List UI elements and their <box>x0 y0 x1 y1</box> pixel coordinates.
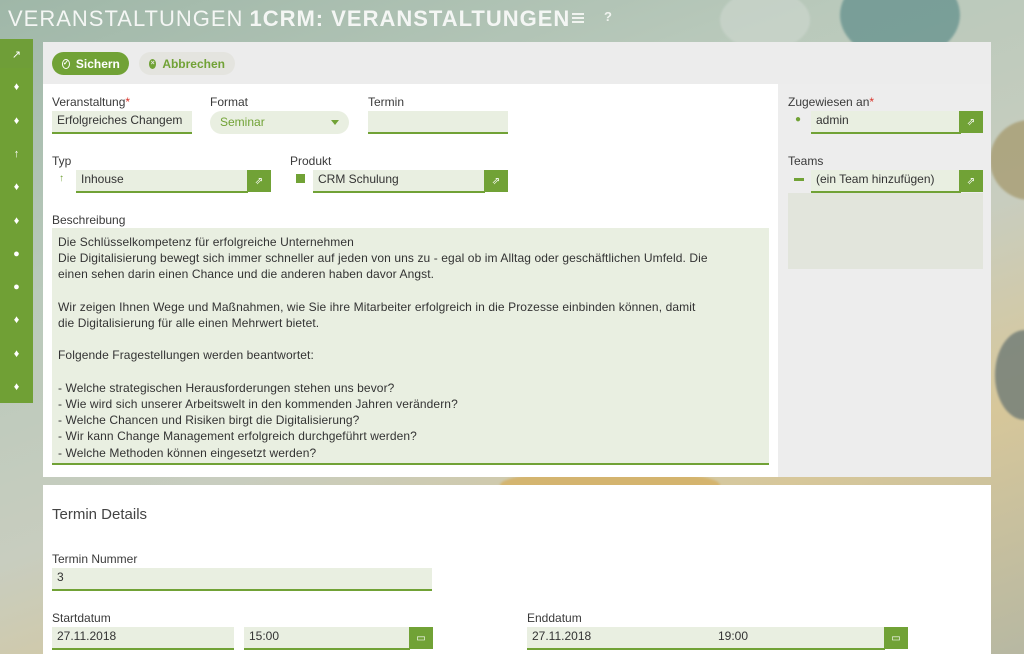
assigned-select-button[interactable]: ⇗ <box>959 111 983 133</box>
description-line: - Wie wird sich unserer Arbeitswelt in d… <box>58 396 458 411</box>
teams-label: Teams <box>788 154 824 168</box>
termin-label: Termin <box>368 95 405 109</box>
description-line: - Wir kann Change Management erfolgreich… <box>58 429 417 444</box>
product-input[interactable]: CRM Schulung <box>313 170 485 193</box>
save-label: Sichern <box>75 56 120 71</box>
description-line: Wir zeigen Ihnen Wege und Maßnahmen, wie… <box>58 299 696 314</box>
sidebar-item-9[interactable]: ♦ <box>0 306 33 334</box>
menu-icon[interactable] <box>572 13 584 23</box>
type-label: Typ <box>52 154 72 168</box>
description-line: Folgende Fragestellungen werden beantwor… <box>58 348 314 363</box>
chevron-down-icon <box>331 120 339 125</box>
check-icon: ✓ <box>62 58 70 69</box>
background-shape <box>990 120 1024 200</box>
bulb-icon: ♦ <box>13 114 20 127</box>
teams-select-button[interactable]: ⇗ <box>959 170 983 192</box>
end-datetime-input[interactable]: 27.11.2018 19:00 <box>527 627 885 650</box>
open-popup-icon: ⇗ <box>966 175 976 187</box>
description-line: Die Digitalisierung bewegt sich immer sc… <box>58 251 708 266</box>
pin-icon: ↑ <box>59 173 64 184</box>
bulb-icon: ♦ <box>13 347 20 360</box>
description-line <box>58 283 763 299</box>
description-line <box>58 364 763 380</box>
user-icon: ● <box>795 114 802 125</box>
bulb-icon: ♦ <box>13 181 20 194</box>
pin-icon: ↑ <box>13 147 20 160</box>
description-line: Die Schlüsselkompetenz für erfolgreiche … <box>58 235 354 249</box>
close-icon: × <box>149 58 157 69</box>
end-date-value: 27.11.2018 <box>532 629 592 643</box>
termin-number-input[interactable]: 3 <box>52 568 432 591</box>
format-select[interactable]: Seminar <box>210 111 349 134</box>
teams-list <box>788 193 983 269</box>
bulb-icon: ♦ <box>13 381 20 393</box>
page-title: VERANSTALTUNGEN 1CRM: VERANSTALTUNGEN <box>8 6 570 32</box>
sidebar: ↗ ♦ ♦ ↑ ♦ ♦ ● ● ♦ ♦ ♦ <box>0 39 33 403</box>
sidebar-item-3[interactable]: ♦ <box>0 107 33 135</box>
top-bar: VERANSTALTUNGEN 1CRM: VERANSTALTUNGEN ? <box>0 0 1024 40</box>
teams-input[interactable]: (ein Team hinzufügen) <box>811 170 961 193</box>
event-name-input[interactable]: Erfolgreiches Changem <box>52 111 192 134</box>
open-popup-icon: ⇗ <box>254 175 264 187</box>
sidebar-item-8[interactable]: ● <box>0 273 33 301</box>
product-icon <box>296 174 305 183</box>
type-select-button[interactable]: ⇗ <box>247 170 271 192</box>
start-time-input[interactable]: 15:00 <box>244 627 410 650</box>
team-icon: ▬ <box>794 173 804 184</box>
save-button[interactable]: ✓ Sichern <box>52 52 129 75</box>
open-popup-icon: ⇗ <box>491 175 501 187</box>
product-select-button[interactable]: ⇗ <box>484 170 508 192</box>
description-line: - Welche strategischen Herausforderungen… <box>58 380 395 395</box>
description-label: Beschreibung <box>52 213 126 227</box>
help-icon[interactable]: ? <box>604 9 612 24</box>
start-calendar-button[interactable]: ▭ <box>409 627 433 649</box>
calendar-icon: ▭ <box>416 632 426 644</box>
sidebar-item-2[interactable]: ♦ <box>0 73 33 101</box>
format-label: Format <box>210 95 249 109</box>
description-line: einen sehen darin einen Chance und die a… <box>58 267 435 282</box>
sidebar-item-7[interactable]: ● <box>0 240 33 268</box>
cancel-button[interactable]: × Abbrechen <box>139 52 235 75</box>
description-line: die Digitalisierung für alle einen Mehrw… <box>58 316 320 330</box>
sidebar-item-10[interactable]: ♦ <box>0 340 33 368</box>
assigned-user-input[interactable]: admin <box>811 111 961 134</box>
format-value: Seminar <box>220 115 265 129</box>
section-title: Termin Details <box>52 506 148 523</box>
open-popup-icon: ⇗ <box>966 116 976 128</box>
termin-number-label: Termin Nummer <box>52 552 138 566</box>
background-shape <box>995 330 1024 420</box>
assigned-label: Zugewiesen an* <box>788 95 875 109</box>
side-form-panel <box>778 84 991 477</box>
description-line <box>58 331 763 347</box>
description-line: - Welche Methoden können eingesetzt werd… <box>58 445 317 460</box>
sidebar-item-4[interactable]: ↑ <box>0 140 33 168</box>
app-name: 1CRM: VERANSTALTUNGEN <box>249 6 571 31</box>
cancel-label: Abbrechen <box>162 56 225 71</box>
product-label: Produkt <box>290 154 332 168</box>
sidebar-item-1[interactable]: ↗ <box>0 40 33 68</box>
end-date-label: Enddatum <box>527 611 582 625</box>
sidebar-item-6[interactable]: ♦ <box>0 207 33 235</box>
sidebar-item-11[interactable]: ♦ <box>0 373 33 401</box>
event-label: Veranstaltung* <box>52 95 131 109</box>
end-calendar-button[interactable]: ▭ <box>884 627 908 649</box>
trend-icon: ↗ <box>11 48 22 61</box>
termin-input[interactable] <box>368 111 508 134</box>
person-icon: ● <box>13 247 20 260</box>
start-date-input[interactable]: 27.11.2018 <box>52 627 234 650</box>
person-icon: ● <box>13 281 20 294</box>
start-date-label: Startdatum <box>52 611 111 625</box>
bulb-icon: ♦ <box>13 214 20 227</box>
description-textarea[interactable]: Die Schlüsselkompetenz für erfolgreiche … <box>52 228 769 465</box>
bulb-icon: ♦ <box>13 314 20 327</box>
calendar-icon: ▭ <box>891 632 901 644</box>
type-input[interactable]: Inhouse <box>76 170 248 193</box>
sidebar-item-5[interactable]: ♦ <box>0 173 33 201</box>
module-name: VERANSTALTUNGEN <box>8 6 244 31</box>
bulb-icon: ♦ <box>13 81 20 94</box>
description-line: - Welche Chancen und Risiken birgt die D… <box>58 413 360 428</box>
end-time-value: 19:00 <box>718 629 749 643</box>
